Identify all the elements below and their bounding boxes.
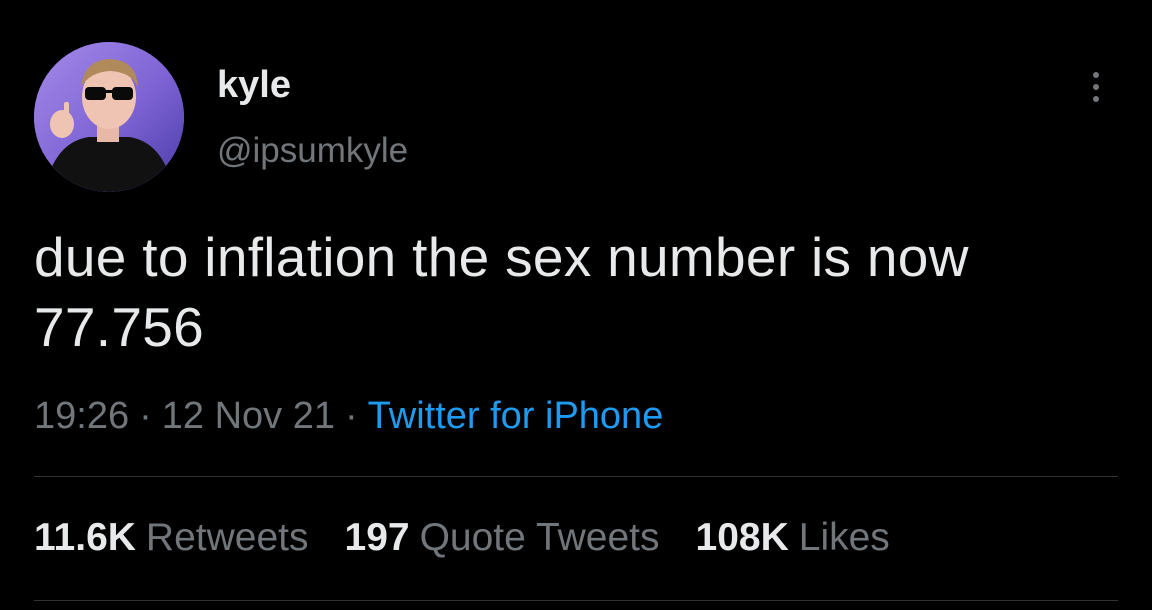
tweet-metadata: 19:26 · 12 Nov 21 · Twitter for iPhone xyxy=(34,393,663,439)
engagement-stats: 11.6K Retweets 197 Quote Tweets 108K Likes xyxy=(34,514,890,562)
more-vertical-icon xyxy=(1093,72,1099,78)
avatar-image xyxy=(34,42,184,192)
tweet: kyle @ipsumkyle due to inflation the sex… xyxy=(0,0,1152,610)
retweets-label: Retweets xyxy=(145,516,309,559)
tweet-source-link[interactable]: Twitter for iPhone xyxy=(368,395,664,437)
likes-stat[interactable]: 108K Likes xyxy=(696,514,890,562)
separator: · xyxy=(344,395,358,437)
divider xyxy=(34,476,1118,477)
tweet-text-line: due to inflation the sex number is now xyxy=(34,226,969,288)
quote-tweets-stat[interactable]: 197 Quote Tweets xyxy=(345,514,660,562)
tweet-date[interactable]: 12 Nov 21 xyxy=(162,395,335,437)
tweet-time[interactable]: 19:26 xyxy=(34,395,129,437)
user-handle[interactable]: @ipsumkyle xyxy=(217,130,408,172)
divider xyxy=(34,600,1118,601)
more-options-button[interactable] xyxy=(1080,66,1112,108)
more-vertical-icon xyxy=(1093,84,1099,90)
quote-tweets-label: Quote Tweets xyxy=(419,516,660,559)
avatar[interactable] xyxy=(34,42,184,192)
more-vertical-icon xyxy=(1093,96,1099,102)
separator: · xyxy=(139,395,152,437)
tweet-text: due to inflation the sex number is now 7… xyxy=(34,222,1124,362)
tweet-text-line: 77.756 xyxy=(34,296,205,358)
display-name[interactable]: kyle xyxy=(217,62,291,108)
likes-label: Likes xyxy=(798,516,890,559)
likes-count: 108K xyxy=(695,516,789,559)
retweets-count: 11.6K xyxy=(34,516,136,559)
retweets-stat[interactable]: 11.6K Retweets xyxy=(34,514,309,562)
quote-tweets-count: 197 xyxy=(344,516,410,559)
